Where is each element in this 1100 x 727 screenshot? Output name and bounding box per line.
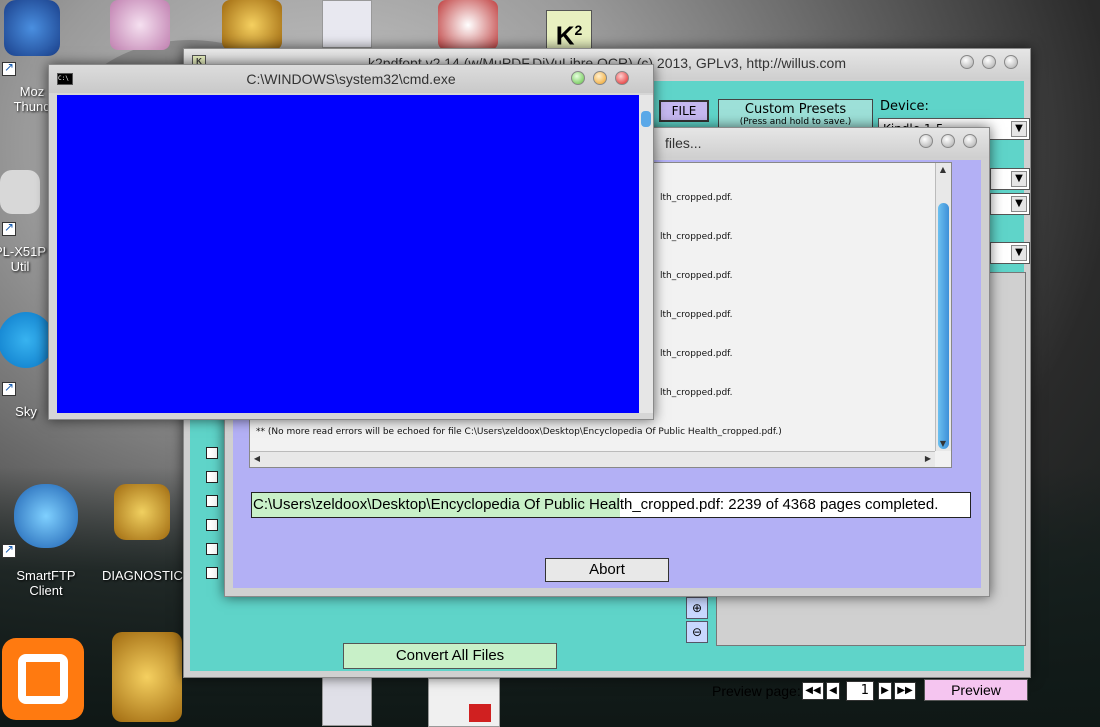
desktop-icon-label: DIAGNOSTIC (102, 568, 183, 583)
saint-armor-icon[interactable] (112, 632, 182, 722)
convert-all-files-button[interactable]: Convert All Files (343, 643, 557, 669)
minimize-button[interactable] (919, 134, 933, 148)
document-icon[interactable] (322, 0, 372, 48)
chevron-down-icon: ▼ (1011, 121, 1027, 137)
log-line: ** (No more read errors will be echoed f… (256, 427, 782, 437)
device-label: Device: (880, 99, 929, 114)
scroll-left-icon[interactable]: ◀ (250, 452, 264, 466)
saint-armor-icon (114, 484, 170, 540)
thunderbird-icon (4, 0, 60, 56)
cmd-console[interactable] (57, 95, 639, 413)
k2-app-icon[interactable]: K2 (546, 10, 592, 51)
saint-armor-icon[interactable] (222, 0, 282, 50)
preview-page-label: Preview page: (712, 683, 801, 699)
character-icon[interactable] (438, 0, 498, 50)
add-file-button[interactable]: FILE (659, 100, 709, 122)
shortcut-arrow-icon (2, 542, 16, 558)
vmware-icon[interactable] (2, 638, 84, 720)
scroll-thumb[interactable] (938, 203, 949, 449)
option-checkbox[interactable] (206, 519, 218, 531)
abort-button[interactable]: Abort (545, 558, 669, 582)
option-checkbox[interactable] (206, 567, 218, 579)
maximize-button[interactable] (941, 134, 955, 148)
close-button[interactable] (1004, 55, 1018, 69)
minimize-button[interactable] (960, 55, 974, 69)
option-checkbox[interactable] (206, 543, 218, 555)
progress-status-text: C:\Users\zeldoox\Desktop\Encyclopedia Of… (253, 496, 939, 513)
scroll-thumb[interactable] (641, 111, 651, 127)
progress-status-bar: C:\Users\zeldoox\Desktop\Encyclopedia Of… (251, 492, 971, 518)
log-horizontal-scrollbar[interactable]: ◀ ▶ (250, 451, 935, 467)
maximize-button[interactable] (982, 55, 996, 69)
chevron-down-icon: ▼ (1011, 171, 1027, 187)
log-line: lth_cropped.pdf. (660, 232, 733, 242)
log-line: lth_cropped.pdf. (660, 271, 733, 281)
maximize-button[interactable] (593, 71, 607, 85)
option-checkbox[interactable] (206, 447, 218, 459)
first-page-icon[interactable]: ◀◀ (802, 682, 824, 700)
option-select[interactable]: ▼ (990, 168, 1030, 190)
chevron-down-icon: ▼ (1011, 196, 1027, 212)
convert-button-label: Convert All Files (395, 647, 505, 664)
minimize-button[interactable] (571, 71, 585, 85)
globe-icon (14, 484, 78, 548)
chevron-down-icon: ▼ (1011, 245, 1027, 261)
prev-page-icon[interactable]: ◀ (826, 682, 840, 700)
zoom-in-icon[interactable]: ⊕ (686, 597, 708, 619)
log-line: lth_cropped.pdf. (660, 349, 733, 359)
skype-icon (0, 312, 54, 368)
desktop-icon-label: SmartFTP Client (16, 568, 76, 598)
shortcut-arrow-icon (2, 220, 16, 236)
cmd-window: C:\ C:\WINDOWS\system32\cmd.exe (48, 64, 654, 420)
scroll-down-icon[interactable]: ▼ (936, 437, 950, 451)
page-number-input[interactable]: 1 (846, 681, 874, 701)
log-line: lth_cropped.pdf. (660, 388, 733, 398)
pdf-document-icon[interactable] (428, 678, 500, 727)
next-page-icon[interactable]: ▶ (878, 682, 892, 700)
smartftp-shortcut[interactable]: SmartFTP Client (6, 484, 86, 598)
zoom-out-icon[interactable]: ⊖ (686, 621, 708, 643)
log-vertical-scrollbar[interactable]: ▲ ▼ (935, 163, 951, 451)
device-icon (0, 170, 40, 214)
close-button[interactable] (615, 71, 629, 85)
option-select[interactable]: ▼ (990, 193, 1030, 215)
cmd-titlebar[interactable]: C:\ C:\WINDOWS\system32\cmd.exe (49, 65, 653, 93)
presets-hint: (Press and hold to save.) (739, 117, 852, 127)
log-line: lth_cropped.pdf. (660, 193, 733, 203)
shortcut-arrow-icon (2, 380, 16, 396)
cmd-scrollbar[interactable] (639, 95, 653, 413)
last-page-icon[interactable]: ▶▶ (894, 682, 916, 700)
log-line: lth_cropped.pdf. (660, 310, 733, 320)
scroll-right-icon[interactable]: ▶ (921, 452, 935, 466)
preview-button[interactable]: Preview (924, 679, 1028, 701)
option-select[interactable]: ▼ (990, 242, 1030, 264)
document-icon[interactable] (322, 676, 372, 726)
cmd-title: C:\WINDOWS\system32\cmd.exe (246, 71, 456, 87)
option-checkbox[interactable] (206, 495, 218, 507)
presets-title: Custom Presets (744, 102, 847, 117)
dialog-title: files... (665, 135, 702, 151)
shortcut-arrow-icon (2, 60, 16, 76)
diagnostic-shortcut[interactable]: DIAGNOSTIC (102, 484, 183, 583)
option-checkbox[interactable] (206, 471, 218, 483)
character-icon[interactable] (110, 0, 170, 50)
close-button[interactable] (963, 134, 977, 148)
scroll-up-icon[interactable]: ▲ (936, 163, 950, 177)
